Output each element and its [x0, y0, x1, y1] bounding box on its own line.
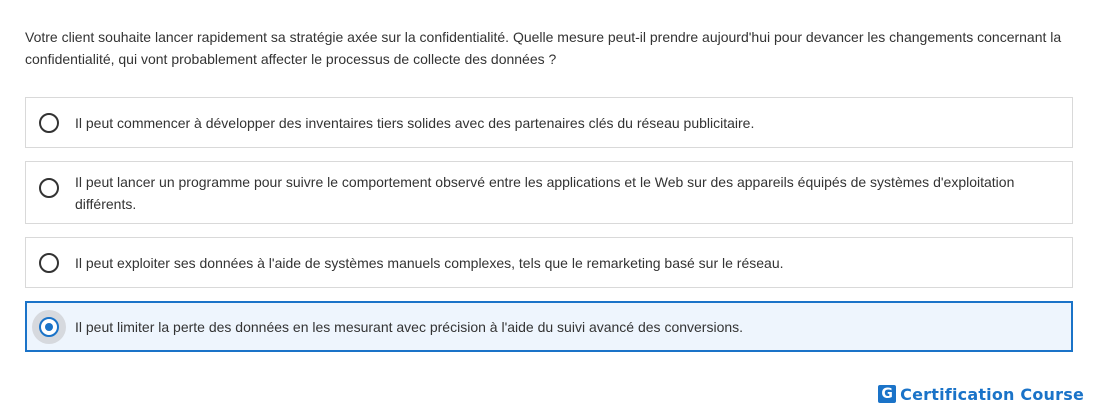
brand-watermark: G Certification Course: [878, 383, 1084, 405]
radio-button-container[interactable]: [32, 106, 66, 140]
answer-option-label: Il peut limiter la perte des données en …: [75, 319, 744, 335]
answer-option-4-selected[interactable]: Il peut limiter la perte des données en …: [25, 301, 1073, 352]
radio-button[interactable]: [39, 253, 59, 273]
quiz-page: Votre client souhaite lancer rapidement …: [0, 0, 1100, 413]
radio-button[interactable]: [39, 178, 59, 198]
radio-button-container[interactable]: [32, 310, 66, 344]
answer-option-label: Il peut lancer un programme pour suivre …: [75, 174, 1015, 212]
brand-name: Certification Course: [900, 384, 1084, 404]
radio-button-container[interactable]: [32, 171, 66, 205]
answer-option-label: Il peut exploiter ses données à l'aide d…: [75, 255, 784, 271]
radio-button[interactable]: [39, 113, 59, 133]
radio-button-container[interactable]: [32, 246, 66, 280]
answer-option-2[interactable]: Il peut lancer un programme pour suivre …: [25, 161, 1073, 224]
question-text: Votre client souhaite lancer rapidement …: [25, 29, 1062, 67]
answer-option-3[interactable]: Il peut exploiter ses données à l'aide d…: [25, 237, 1073, 288]
radio-checked-dot: [45, 323, 53, 331]
radio-button-checked[interactable]: [39, 317, 59, 337]
answer-option-label: Il peut commencer à développer des inven…: [75, 115, 755, 131]
g-logo-icon: G: [878, 385, 897, 403]
answer-option-1[interactable]: Il peut commencer à développer des inven…: [25, 97, 1073, 148]
